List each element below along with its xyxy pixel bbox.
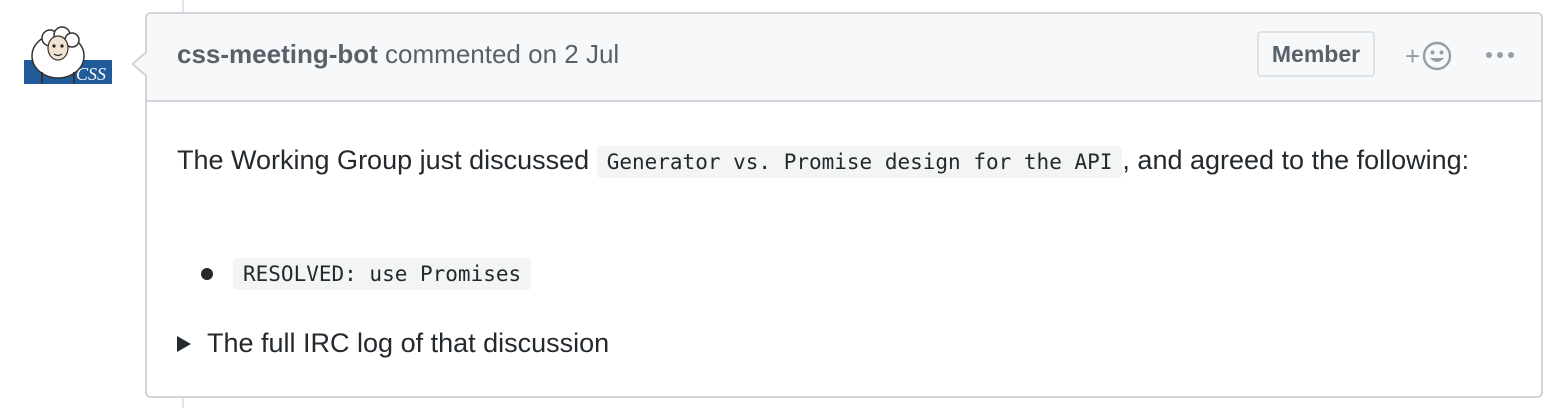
intro-text: The Working Group just discussed <box>177 145 597 175</box>
comment-header: css-meeting-bot commented on 2 Jul Membe… <box>147 14 1541 102</box>
avatar[interactable]: CSS <box>22 22 114 88</box>
add-reaction-button[interactable]: + <box>1405 38 1461 74</box>
details-summary: The full IRC log of that discussion <box>207 328 610 358</box>
resolution-code: RESOLVED: use Promises <box>233 258 532 290</box>
reaction-plus: + <box>1405 41 1421 71</box>
comment-paragraph: The Working Group just discussed Generat… <box>177 138 1477 184</box>
resolution-list: RESOLVED: use Promises <box>177 258 532 290</box>
disclosure-triangle-icon <box>177 335 191 352</box>
bullet-dot <box>201 268 213 280</box>
sheep-logo-icon: CSS <box>24 26 112 84</box>
comment-date[interactable]: 2 Jul <box>564 39 619 69</box>
comment-meta: css-meeting-bot commented on 2 Jul <box>177 39 619 70</box>
comment-action: commented on <box>385 39 558 69</box>
avatar-css-label: CSS <box>76 64 106 84</box>
topic-code: Generator vs. Promise design for the API <box>596 146 1123 178</box>
ellipsis-icon <box>1486 52 1514 58</box>
irc-log-details-toggle[interactable]: The full IRC log of that discussion <box>177 328 609 359</box>
member-badge: Member <box>1257 31 1375 77</box>
list-item: RESOLVED: use Promises <box>177 258 532 290</box>
comment: css-meeting-bot commented on 2 Jul Membe… <box>131 12 1543 398</box>
author-link[interactable]: css-meeting-bot <box>177 39 378 69</box>
smiley-icon <box>1422 41 1452 71</box>
more-options-button[interactable] <box>1483 40 1517 70</box>
intro-text-after: , and agreed to the following: <box>1122 145 1470 175</box>
